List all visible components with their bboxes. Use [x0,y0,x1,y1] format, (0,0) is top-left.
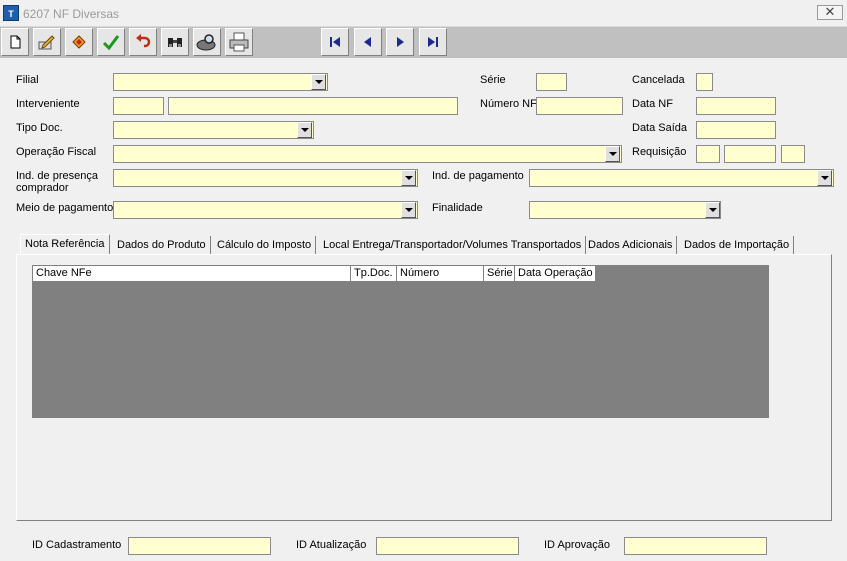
tipo-doc-label: Tipo Doc. [16,122,63,134]
filter-button[interactable] [193,28,221,56]
ind-presenca-label: Ind. de presença comprador [16,170,98,194]
delete-button[interactable] [65,28,93,56]
checkmark-icon [102,35,120,51]
requisicao-label: Requisição [632,146,687,158]
print-button[interactable] [225,28,253,56]
ind-pagamento-dropdown-button[interactable] [817,170,832,186]
nota-referencia-grid[interactable] [32,265,769,418]
binoculars-icon [168,38,182,47]
data-nf-field[interactable] [696,97,776,115]
tipo-doc-dropdown-button[interactable] [297,122,312,138]
id-cadastramento-field[interactable] [128,537,271,555]
interveniente-label: Interveniente [16,98,80,110]
requisicao-field-3[interactable] [781,145,805,163]
tab-dados-de-importacao[interactable]: Dados de Importação [680,236,795,254]
undo-arrow-icon [136,34,151,48]
toolbar [0,27,847,58]
requisicao-field-2[interactable] [724,145,776,163]
id-aprovacao-label: ID Aprovação [544,539,611,551]
filial-dropdown-button[interactable] [311,74,326,90]
numero-nf-field[interactable] [536,97,623,115]
cancelada-label: Cancelada [632,74,685,86]
undo-button[interactable] [129,28,157,56]
column-header-data-operacao[interactable]: Data Operação [515,266,596,282]
last-record-icon [428,37,438,47]
ind-presenca-select[interactable] [113,169,418,187]
column-header-numero[interactable]: Número [397,266,484,282]
next-record-icon [397,37,404,47]
first-record-button[interactable] [321,28,349,56]
magnifier-icon [196,34,216,51]
edit-button[interactable] [33,28,61,56]
finalidade-select[interactable] [529,201,721,219]
id-cadastramento-label: ID Cadastramento [32,539,122,551]
title-bar: T 6207 NF Diversas ✕ [0,0,847,27]
tab-calculo-do-imposto[interactable]: Cálculo do Imposto [213,236,317,254]
cancelada-field[interactable] [696,73,713,91]
column-header-serie[interactable]: Série [484,266,515,282]
eraser-icon [72,35,86,49]
requisicao-field-1[interactable] [696,145,720,163]
window-title: 6207 NF Diversas [23,7,120,21]
ind-presenca-label-line2: comprador [16,182,69,194]
new-document-button[interactable] [1,28,29,56]
last-record-button[interactable] [419,28,447,56]
ind-pagamento-select[interactable] [529,169,834,187]
meio-pagamento-dropdown-button[interactable] [401,202,416,218]
serie-label: Série [480,74,506,86]
close-button[interactable]: ✕ [817,5,843,20]
finalidade-dropdown-button[interactable] [705,202,720,218]
id-atualizacao-label: ID Atualização [296,539,367,551]
previous-record-button[interactable] [354,28,382,56]
data-saida-label: Data Saída [632,122,688,134]
first-record-icon [330,37,340,47]
confirm-button[interactable] [97,28,125,56]
operacao-fiscal-label: Operação Fiscal [16,146,97,158]
id-aprovacao-field[interactable] [624,537,767,555]
data-saida-field[interactable] [696,121,776,139]
meio-pagamento-select[interactable] [113,201,418,219]
next-record-button[interactable] [386,28,414,56]
id-atualizacao-field[interactable] [376,537,519,555]
new-document-icon [10,35,21,49]
meio-pagamento-label: Meio de pagamento [16,202,114,214]
interveniente-name-field[interactable] [168,97,458,115]
app-icon: T [3,5,19,21]
close-icon: ✕ [824,4,836,19]
ind-presenca-dropdown-button[interactable] [401,170,416,186]
search-button[interactable] [161,28,189,56]
tab-local-entrega[interactable]: Local Entrega/Transportador/Volumes Tran… [319,236,587,254]
data-nf-label: Data NF [632,98,673,110]
operacao-fiscal-dropdown-button[interactable] [605,146,620,162]
printer-icon [229,32,249,52]
ind-pagamento-label: Ind. de pagamento [432,170,524,182]
column-header-chave-nfe[interactable]: Chave NFe [33,266,351,282]
filial-select[interactable] [113,73,328,91]
previous-record-icon [364,37,371,47]
tab-dados-adicionais[interactable]: Dados Adicionais [584,236,678,254]
numero-nf-label: Número NF [480,98,537,110]
finalidade-label: Finalidade [432,202,483,214]
tab-nota-referencia[interactable]: Nota Referência [20,234,110,255]
edit-pencil-icon [38,35,55,50]
interveniente-code-field[interactable] [113,97,164,115]
tab-dados-do-produto[interactable]: Dados do Produto [113,236,211,254]
column-header-tp-doc[interactable]: Tp.Doc. [351,266,397,282]
operacao-fiscal-select[interactable] [113,145,622,163]
serie-field[interactable] [536,73,567,91]
tipo-doc-select[interactable] [113,121,314,139]
filial-label: Filial [16,74,39,86]
ind-presenca-label-line1: Ind. de presença [16,170,98,182]
